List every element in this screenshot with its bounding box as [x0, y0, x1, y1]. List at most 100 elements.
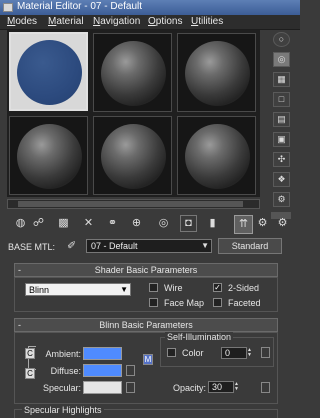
scrollbar-thumb[interactable] [18, 201, 243, 207]
title-bar: Material Editor - 07 - Default [0, 0, 300, 15]
sample-type-icon[interactable]: ○ [273, 32, 290, 47]
go-to-parent-icon[interactable]: ⇈ [234, 215, 253, 234]
shader-basic-title: Shader Basic Parameters [94, 265, 198, 275]
menu-utilities[interactable]: Utilities [191, 16, 223, 27]
menu-bar: Modes Material Navigation Options Utilit… [0, 15, 300, 30]
menu-options-label: ptions [155, 16, 183, 27]
self-illum-color-label: Color [182, 347, 204, 358]
specular-map-button[interactable] [126, 382, 135, 393]
spinner-arrows-icon[interactable]: ▲ ▼ [234, 382, 242, 392]
menu-material-label: aterial [56, 16, 84, 27]
material-map-navigator-icon[interactable]: ⚙ [273, 192, 290, 207]
show-map-in-viewport-icon[interactable]: ◘ [180, 215, 197, 232]
self-illum-map-button[interactable] [261, 347, 270, 358]
diffuse-map-button[interactable] [126, 365, 135, 376]
material-name-field[interactable]: 07 - Default ▼ [86, 239, 212, 253]
rollouts-panel: - Shader Basic Parameters Blinn ▼ Wire ✓… [0, 257, 300, 418]
chevron-down-icon[interactable]: ▼ [201, 240, 209, 252]
opacity-spinner[interactable]: 30 ▲ ▼ [208, 381, 239, 393]
map-lock-button[interactable]: M [143, 354, 153, 365]
menu-modes[interactable]: Modes [7, 16, 37, 27]
sample-slot-4[interactable] [9, 116, 88, 195]
slots-horizontal-scrollbar[interactable] [7, 199, 260, 209]
sample-slot-5[interactable] [93, 116, 172, 195]
window-title: Material Editor - 07 - Default [17, 1, 143, 12]
blinn-basic-rollout-header[interactable]: - Blinn Basic Parameters [14, 318, 278, 332]
face-map-label: Face Map [164, 297, 205, 308]
material-name-value: 07 - Default [91, 241, 138, 251]
blinn-basic-title: Blinn Basic Parameters [99, 320, 193, 330]
material-toolbar: ◍ ☍ ▩ ✕ ⚭ ⊕ ◎ ◘ ▮ ⇈ ⚙ ⚙ [0, 213, 300, 235]
self-illum-spinner[interactable]: 0 ▲ ▼ [221, 347, 252, 359]
show-end-result-icon[interactable]: ▮ [204, 215, 221, 232]
face-map-checkbox[interactable] [149, 298, 158, 308]
menu-navigation[interactable]: Navigation [93, 16, 140, 27]
opacity-value: 30 [212, 382, 223, 392]
sample-slots-panel [7, 30, 260, 197]
video-color-check-icon[interactable]: ▤ [273, 112, 290, 127]
sample-sphere [185, 41, 250, 106]
background-icon[interactable]: ▦ [273, 72, 290, 87]
sample-sphere [101, 124, 166, 189]
rollout-collapse-icon: - [18, 265, 21, 275]
sample-slot-1[interactable] [9, 32, 88, 111]
self-illumination-title: Self-Illumination [165, 332, 234, 342]
backlight-icon[interactable]: ◎ [273, 52, 290, 67]
opacity-label: Opacity: [172, 383, 206, 393]
faceted-option[interactable]: Faceted [213, 297, 261, 309]
material-id-channel-icon[interactable]: ◎ [155, 215, 172, 232]
sample-sphere [101, 41, 166, 106]
shader-type-value: Blinn [29, 285, 50, 295]
material-type-button[interactable]: Standard [218, 238, 282, 254]
blinn-basic-rollout: C C Ambient: Diffuse: Specular: M Self-I… [14, 332, 278, 404]
opacity-map-button[interactable] [261, 382, 270, 393]
make-unique-icon[interactable]: ⚭ [104, 215, 121, 232]
assign-to-selection-icon[interactable]: ▩ [55, 215, 72, 232]
uv-tiling-icon[interactable]: □ [273, 92, 290, 107]
specular-highlights-title: Specular Highlights [22, 405, 104, 415]
menu-modes-label: odes [15, 16, 38, 27]
diffuse-color-swatch[interactable] [83, 364, 122, 377]
faceted-checkbox[interactable] [213, 298, 222, 308]
self-illum-color-checkbox[interactable] [167, 348, 176, 358]
sample-sphere-active [17, 40, 82, 105]
faceted-label: Faceted [228, 297, 261, 308]
spinner-arrows-icon[interactable]: ▲ ▼ [247, 348, 255, 358]
shader-basic-rollout-header[interactable]: - Shader Basic Parameters [14, 263, 278, 277]
two-sided-checkbox[interactable]: ✓ [213, 283, 222, 293]
options-icon[interactable]: ✣ [273, 152, 290, 167]
put-to-scene-icon[interactable]: ☍ [30, 215, 47, 232]
menu-navigation-label: avigation [100, 16, 141, 27]
ambient-label: Ambient: [45, 349, 81, 359]
get-material-icon[interactable]: ◍ [12, 215, 29, 232]
go-forward-to-sibling-icon[interactable]: ⚙ [254, 215, 271, 232]
eyedropper-icon[interactable]: ✐ [67, 239, 76, 252]
sample-slot-3[interactable] [177, 33, 256, 112]
make-preview-icon[interactable]: ▣ [273, 132, 290, 147]
self-illum-value: 0 [225, 348, 231, 358]
self-illum-color-option[interactable]: Color [167, 347, 204, 359]
reset-map-icon[interactable]: ✕ [80, 215, 97, 232]
face-map-option[interactable]: Face Map [149, 297, 204, 309]
put-to-library-icon[interactable]: ⊕ [128, 215, 145, 232]
material-map-navigator-icon[interactable]: ⚙ [274, 215, 291, 232]
wire-checkbox[interactable] [149, 283, 158, 293]
chevron-down-icon[interactable]: ▼ [120, 284, 128, 296]
two-sided-option[interactable]: ✓ 2-Sided [213, 282, 259, 294]
material-editor-icon [3, 3, 13, 12]
sample-slot-2[interactable] [93, 33, 172, 112]
base-material-row: BASE MTL: ✐ 07 - Default ▼ Standard [0, 237, 300, 255]
menu-options[interactable]: Options [148, 16, 182, 27]
specular-color-swatch[interactable] [83, 381, 122, 394]
ambient-color-swatch[interactable] [83, 347, 122, 360]
shader-type-dropdown[interactable]: Blinn ▼ [25, 283, 131, 296]
wire-option[interactable]: Wire [149, 282, 183, 294]
side-toolbar: ○ ◎ ▦ □ ▤ ▣ ✣ ❖ ⚙ [262, 30, 300, 219]
select-by-material-icon[interactable]: ❖ [273, 172, 290, 187]
sample-slot-6[interactable] [177, 116, 256, 195]
shader-basic-rollout: Blinn ▼ Wire ✓ 2-Sided Face Map Faceted [14, 277, 278, 312]
base-mtl-label: BASE MTL: [8, 242, 56, 252]
diffuse-label: Diffuse: [50, 366, 81, 376]
menu-material[interactable]: Material [48, 16, 84, 27]
sample-sphere [185, 124, 250, 189]
